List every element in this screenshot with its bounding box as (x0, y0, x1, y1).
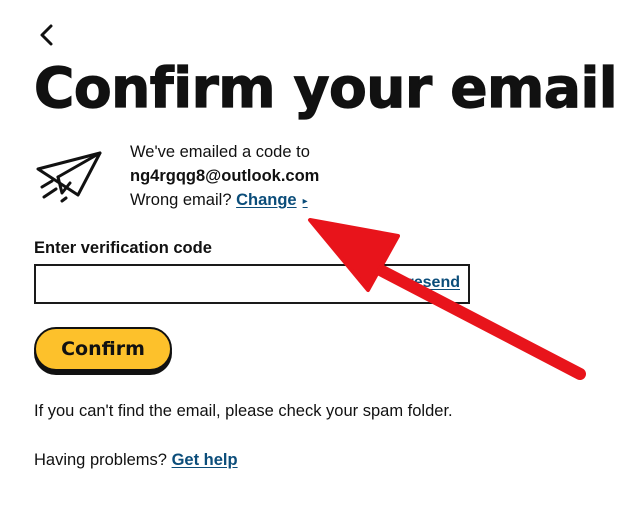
spam-folder-hint: If you can't find the email, please chec… (34, 402, 453, 420)
verification-code-field: resend (34, 264, 470, 304)
email-info: We've emailed a code to ng4rgqg8@outlook… (130, 140, 319, 214)
wrong-email-text: Wrong email? (130, 191, 232, 209)
emailed-code-text: We've emailed a code to (130, 143, 310, 161)
resend-link[interactable]: resend (408, 274, 460, 292)
having-problems-text: Having problems? (34, 451, 167, 469)
verification-code-input[interactable] (36, 266, 376, 302)
paper-plane-icon (36, 151, 102, 203)
page-title: Confirm your email (33, 55, 618, 120)
get-help-link[interactable]: Get help (172, 451, 238, 469)
back-chevron-icon[interactable] (36, 22, 58, 48)
confirm-button[interactable]: Confirm (34, 327, 172, 371)
confirm-email-page: Confirm your email We've emailed a code … (0, 0, 632, 509)
wrong-email-row: Wrong email? Change ▸ (130, 188, 319, 214)
email-address: ng4rgqg8@outlook.com (130, 167, 320, 185)
verification-code-label: Enter verification code (34, 239, 212, 257)
help-row: Having problems? Get help (34, 449, 238, 471)
change-email-link[interactable]: Change ▸ (236, 191, 308, 209)
caret-right-icon: ▸ (302, 196, 308, 207)
change-link-label: Change (236, 191, 297, 209)
